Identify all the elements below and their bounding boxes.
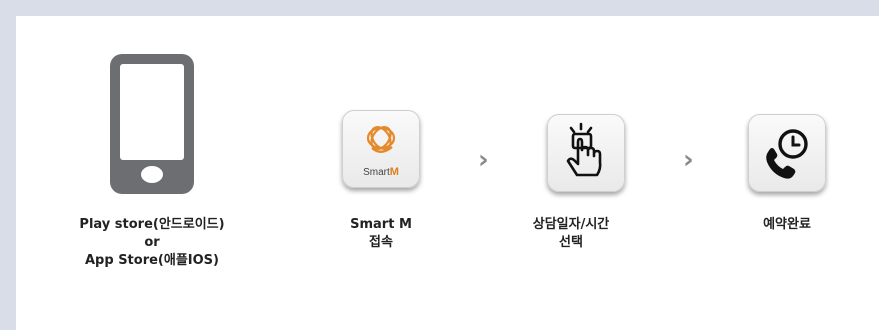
step-3-caption: 상담일자/시간 선택 (496, 216, 646, 252)
caption-line: App Store(애플IOS) (85, 253, 219, 268)
step-1-caption: Play store(안드로이드) or App Store(애플IOS) (52, 216, 252, 270)
chevron-right-icon: › (683, 145, 694, 175)
step-4-caption: 예약완료 (727, 216, 847, 234)
phone-home-button (141, 166, 163, 183)
smart-m-app-icon: SmartM (342, 110, 420, 188)
steps-panel: Play store(안드로이드) or App Store(애플IOS) Sm… (16, 16, 879, 330)
caption-line: Smart M (350, 217, 412, 232)
app-icon-label-suffix: M (389, 166, 399, 178)
app-icon-label: SmartM (342, 166, 420, 178)
caption-line: 예약완료 (763, 217, 811, 232)
phone-clock-app-icon (748, 114, 826, 192)
app-icon-label-prefix: Smart (363, 167, 390, 178)
caption-line: 접속 (369, 235, 393, 250)
touch-hand-icon (566, 122, 602, 177)
caption-line: Play store(안드로이드) (79, 217, 225, 232)
chevron-right-icon: › (478, 145, 489, 175)
smartphone-icon (110, 54, 194, 194)
phone-screen (120, 64, 184, 160)
caption-line: 선택 (559, 235, 583, 250)
phone-clock-icon (766, 129, 808, 179)
touch-hand-app-icon (547, 114, 625, 192)
panel-border: Play store(안드로이드) or App Store(애플IOS) Sm… (0, 0, 879, 330)
caption-line: or (144, 235, 160, 250)
caption-line: 상담일자/시간 (532, 217, 610, 232)
step-2-caption: Smart M 접속 (321, 216, 441, 252)
